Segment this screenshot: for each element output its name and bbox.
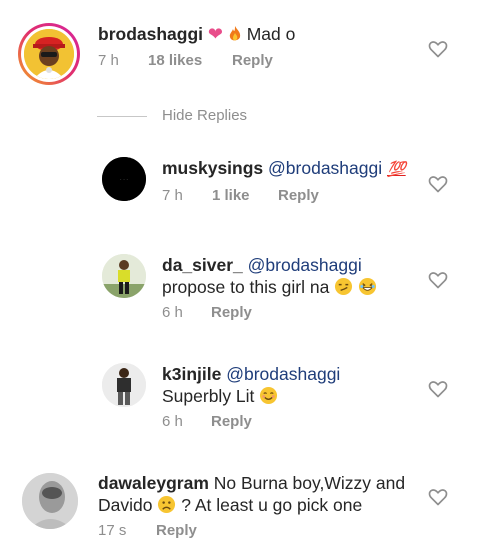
mention-link[interactable]: @brodashaggi bbox=[248, 255, 362, 275]
mention-link[interactable]: @brodashaggi bbox=[226, 364, 340, 384]
comment-text: brodashaggi ❤ Mad o bbox=[98, 23, 295, 45]
grin-emoji bbox=[358, 277, 377, 297]
reply-button[interactable]: Reply bbox=[156, 522, 197, 539]
comment-meta: 7 h 1 like Reply bbox=[162, 187, 319, 204]
comment-da-siver: da_siver_ @brodashaggi propose to this g… bbox=[0, 250, 480, 330]
frown-emoji bbox=[152, 495, 181, 515]
cartoon-avatar-icon bbox=[24, 29, 74, 79]
username[interactable]: muskysings bbox=[162, 158, 263, 178]
comment-body: propose to this girl na bbox=[162, 277, 330, 297]
timestamp: 6 h bbox=[162, 304, 183, 321]
avatar[interactable] bbox=[102, 363, 146, 407]
username[interactable]: k3injile bbox=[162, 364, 221, 384]
comment-k3injile: k3injile @brodashaggi Superbly Lit 6 h R… bbox=[0, 360, 480, 440]
pink-heart-emoji: ❤ bbox=[207, 24, 223, 44]
avatar[interactable]: · · · bbox=[102, 157, 146, 201]
avatar[interactable] bbox=[102, 254, 146, 298]
fire-emoji bbox=[223, 24, 247, 44]
comment-body-line2b: ? At least u go pick one bbox=[181, 495, 363, 515]
comment-body: Mad o bbox=[246, 24, 296, 44]
likes-count[interactable]: 1 like bbox=[212, 187, 278, 204]
comment-text: dawaleygram No Burna boy,Wizzy and David… bbox=[98, 472, 405, 516]
smirk-emoji bbox=[334, 277, 358, 297]
avatar[interactable] bbox=[24, 29, 74, 79]
avatar[interactable] bbox=[22, 473, 78, 529]
hide-replies-button[interactable]: Hide Replies bbox=[162, 107, 247, 124]
timestamp: 7 h bbox=[98, 52, 119, 69]
heart-icon[interactable] bbox=[428, 174, 448, 194]
comment-body-line2a: Davido bbox=[98, 495, 153, 515]
comment-meta: 6 h Reply bbox=[162, 413, 252, 430]
reply-button[interactable]: Reply bbox=[211, 304, 252, 321]
timestamp: 6 h bbox=[162, 413, 183, 430]
logo-avatar-icon: · · · bbox=[102, 157, 146, 201]
comment-meta: 6 h Reply bbox=[162, 304, 252, 321]
comment-text: muskysings @brodashaggi 💯 bbox=[162, 157, 406, 181]
mention-link[interactable]: @brodashaggi bbox=[268, 158, 382, 178]
story-ring[interactable] bbox=[18, 23, 80, 85]
reply-button[interactable]: Reply bbox=[211, 413, 252, 430]
svg-text:· · ·: · · · bbox=[120, 177, 128, 183]
reply-button[interactable]: Reply bbox=[278, 187, 319, 204]
heart-icon[interactable] bbox=[428, 487, 448, 507]
person-photo-icon bbox=[102, 363, 146, 407]
heart-icon[interactable] bbox=[428, 39, 448, 59]
comment-dawaleygram: dawaleygram No Burna boy,Wizzy and David… bbox=[0, 465, 480, 556]
heart-icon[interactable] bbox=[428, 379, 448, 399]
username[interactable]: dawaleygram bbox=[98, 473, 209, 493]
comment-meta: 17 s Reply bbox=[98, 522, 197, 539]
username[interactable]: da_siver_ bbox=[162, 255, 243, 275]
timestamp: 17 s bbox=[98, 522, 127, 539]
blush-emoji bbox=[259, 386, 278, 406]
person-photo-icon bbox=[102, 254, 146, 298]
comment-muskysings: · · · muskysings @brodashaggi 💯 7 h 1 li… bbox=[0, 150, 480, 220]
comment-brodashaggi: brodashaggi ❤ Mad o 7 h 18 likes Reply bbox=[0, 0, 480, 100]
timestamp: 7 h bbox=[162, 187, 183, 204]
reply-button[interactable]: Reply bbox=[232, 52, 273, 69]
hide-replies-divider bbox=[97, 116, 147, 117]
person-photo-icon bbox=[22, 473, 78, 529]
heart-icon[interactable] bbox=[428, 270, 448, 290]
username[interactable]: brodashaggi bbox=[98, 24, 203, 44]
comment-text: da_siver_ @brodashaggi propose to this g… bbox=[162, 254, 377, 298]
comment-body-line1: No Burna boy,Wizzy and bbox=[213, 473, 406, 493]
comment-text: k3injile @brodashaggi Superbly Lit bbox=[162, 363, 340, 407]
comment-meta: 7 h 18 likes Reply bbox=[98, 52, 273, 69]
comment-body: Superbly Lit bbox=[162, 386, 255, 406]
hundred-points-emoji: 💯 bbox=[387, 161, 406, 178]
likes-count[interactable]: 18 likes bbox=[148, 52, 232, 69]
